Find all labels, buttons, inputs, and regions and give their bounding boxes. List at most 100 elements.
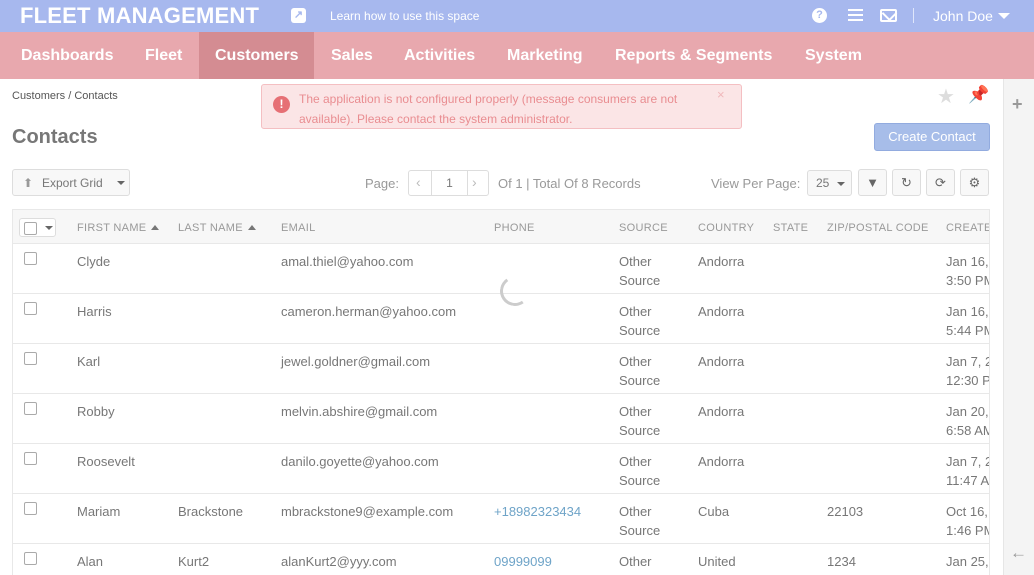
- list-menu-icon[interactable]: [848, 9, 863, 22]
- cell-country: Andorra: [698, 452, 744, 471]
- row-checkbox[interactable]: [24, 502, 37, 515]
- nav-item-marketing[interactable]: Marketing: [491, 32, 599, 79]
- filter-icon[interactable]: ▼: [858, 169, 887, 196]
- cell-first-name: Alan: [77, 552, 103, 571]
- chevron-down-icon[interactable]: [45, 226, 53, 230]
- cell-first-name: Roosevelt: [77, 452, 135, 471]
- cell-created: Jan 7, 2 11:47 A: [946, 452, 989, 490]
- cell-created: Oct 16, 1:46 PM: [946, 502, 990, 540]
- main-navigation: Dashboards Fleet Customers Sales Activit…: [0, 32, 1034, 79]
- cell-created-line: Jan 7, 2: [946, 354, 990, 369]
- gear-icon[interactable]: ⚙: [960, 169, 989, 196]
- table-row[interactable]: Karl jewel.goldner@gmail.com Other Source An…: [13, 344, 990, 394]
- pin-icon[interactable]: 📌: [968, 85, 989, 105]
- cell-last-name-line: Kurt2: [178, 554, 210, 569]
- select-all-dropdown[interactable]: [19, 218, 56, 237]
- column-header-source[interactable]: SOURCE: [619, 222, 668, 234]
- column-header-state[interactable]: STATE: [773, 222, 808, 234]
- refresh-icon[interactable]: ↻: [892, 169, 921, 196]
- table-row[interactable]: Mariam Brackstone mbrackstone9@example.com…: [13, 494, 990, 544]
- user-menu[interactable]: John Doe: [933, 8, 993, 24]
- top-header: FLEET MANAGEMENT ↗ Learn how to use this…: [0, 0, 1034, 32]
- nav-item-reports-segments[interactable]: Reports & Segments: [599, 32, 788, 79]
- select-all-checkbox[interactable]: [24, 222, 37, 235]
- chevron-down-icon[interactable]: [998, 13, 1010, 19]
- table-row[interactable]: Alan Kurt2 alanKurt2@yyy.com 09999099 Other S…: [13, 544, 989, 575]
- page-number-input[interactable]: 1: [431, 171, 468, 195]
- cell-created-line: Jan 16,: [946, 254, 989, 269]
- row-checkbox[interactable]: [24, 352, 37, 365]
- cell-source-line: Source: [619, 373, 661, 388]
- cell-email-line: amal.thiel@yahoo.com: [281, 254, 414, 269]
- per-page-select[interactable]: 25: [807, 170, 852, 196]
- cell-created-line: Jan 20,: [946, 404, 989, 419]
- cell-email: cameron.herman@yahoo.com: [281, 302, 456, 321]
- cell-source-line: Source: [619, 523, 661, 538]
- cell-email: melvin.abshire@gmail.com: [281, 402, 437, 421]
- learn-link[interactable]: Learn how to use this space: [330, 9, 479, 23]
- records-summary: Of 1 | Total Of 8 Records: [498, 176, 641, 191]
- cell-source-line: Other: [619, 354, 652, 369]
- cell-zip: 1234: [827, 552, 856, 571]
- cell-created-line: 1:46 PM: [946, 523, 990, 538]
- nav-item-dashboards[interactable]: Dashboards: [5, 32, 129, 79]
- cell-created-line: 6:58 AM: [946, 423, 990, 438]
- chevron-right-icon[interactable]: ›: [472, 174, 477, 190]
- cell-email-line: danilo.goyette@yahoo.com: [281, 454, 439, 469]
- create-contact-button[interactable]: Create Contact: [874, 123, 990, 151]
- nav-item-customers[interactable]: Customers: [199, 32, 314, 79]
- mail-icon[interactable]: [880, 9, 897, 22]
- cell-last-name: Kurt2: [178, 552, 209, 571]
- chevron-left-icon[interactable]: ‹: [416, 174, 421, 190]
- row-checkbox[interactable]: [24, 252, 37, 265]
- cell-email: jewel.goldner@gmail.com: [281, 352, 430, 371]
- arrow-left-icon[interactable]: ←: [1010, 543, 1027, 563]
- cell-email-line: melvin.abshire@gmail.com: [281, 404, 438, 419]
- column-header-email[interactable]: EMAIL: [281, 222, 316, 234]
- cell-first-name: Karl: [77, 352, 100, 371]
- cell-source: Other Source: [619, 502, 660, 540]
- cell-phone-line: 09999099: [494, 554, 552, 569]
- cell-source: Other Source: [619, 452, 660, 490]
- pagination: ‹ 1 ›: [408, 170, 489, 196]
- nav-item-fleet[interactable]: Fleet: [129, 32, 198, 79]
- cell-phone[interactable]: 09999099: [494, 552, 552, 571]
- help-icon[interactable]: ?: [812, 8, 827, 23]
- external-link-icon[interactable]: ↗: [291, 8, 306, 23]
- cell-created-line: 4:11 AM: [946, 571, 989, 575]
- close-icon[interactable]: ×: [717, 87, 725, 102]
- row-checkbox[interactable]: [24, 302, 37, 315]
- column-header-country[interactable]: COUNTRY: [698, 222, 754, 234]
- row-checkbox[interactable]: [24, 402, 37, 415]
- nav-item-sales[interactable]: Sales: [315, 32, 389, 79]
- table-row[interactable]: Harris cameron.herman@yahoo.com Other Sourc…: [13, 294, 989, 344]
- row-checkbox[interactable]: [24, 452, 37, 465]
- cell-first-name-line: Robby: [77, 404, 115, 419]
- cell-source-line: Other: [619, 254, 652, 269]
- cell-created-line: 3:50 PM: [946, 273, 990, 288]
- cell-source-line: Source: [619, 323, 661, 338]
- column-header-created[interactable]: CREATE: [946, 222, 989, 234]
- table-row[interactable]: Robby melvin.abshire@gmail.com Other Source…: [13, 394, 990, 444]
- column-header-last-name[interactable]: LAST NAME: [178, 222, 256, 234]
- plus-icon[interactable]: +: [1012, 94, 1023, 115]
- alert-message: The application is not configured proper…: [299, 92, 678, 126]
- column-header-zip[interactable]: ZIP/POSTAL CODE: [827, 222, 929, 234]
- column-header-phone[interactable]: PHONE: [494, 222, 535, 234]
- chevron-down-icon: [117, 181, 125, 185]
- column-header-first-name[interactable]: FIRST NAME: [77, 222, 160, 234]
- nav-item-system[interactable]: System: [789, 32, 878, 79]
- app-brand[interactable]: FLEET MANAGEMENT: [20, 3, 259, 29]
- cell-created: Jan 16, 5:44 PM: [946, 302, 989, 340]
- cell-phone[interactable]: +18982323434: [494, 502, 581, 521]
- cell-email-line: mbrackstone9@example.com: [281, 504, 454, 519]
- nav-item-activities[interactable]: Activities: [388, 32, 491, 79]
- cell-email: alanKurt2@yyy.com: [281, 552, 397, 571]
- cell-first-name-line: Roosevelt: [77, 454, 135, 469]
- reset-icon[interactable]: ⟳: [926, 169, 955, 196]
- export-grid-button[interactable]: ⬆ Export Grid: [12, 169, 130, 196]
- table-row[interactable]: Roosevelt danilo.goyette@yahoo.com Other So…: [13, 444, 989, 494]
- chevron-down-icon: [837, 182, 845, 186]
- row-checkbox[interactable]: [24, 552, 37, 565]
- star-icon[interactable]: ★: [937, 84, 955, 109]
